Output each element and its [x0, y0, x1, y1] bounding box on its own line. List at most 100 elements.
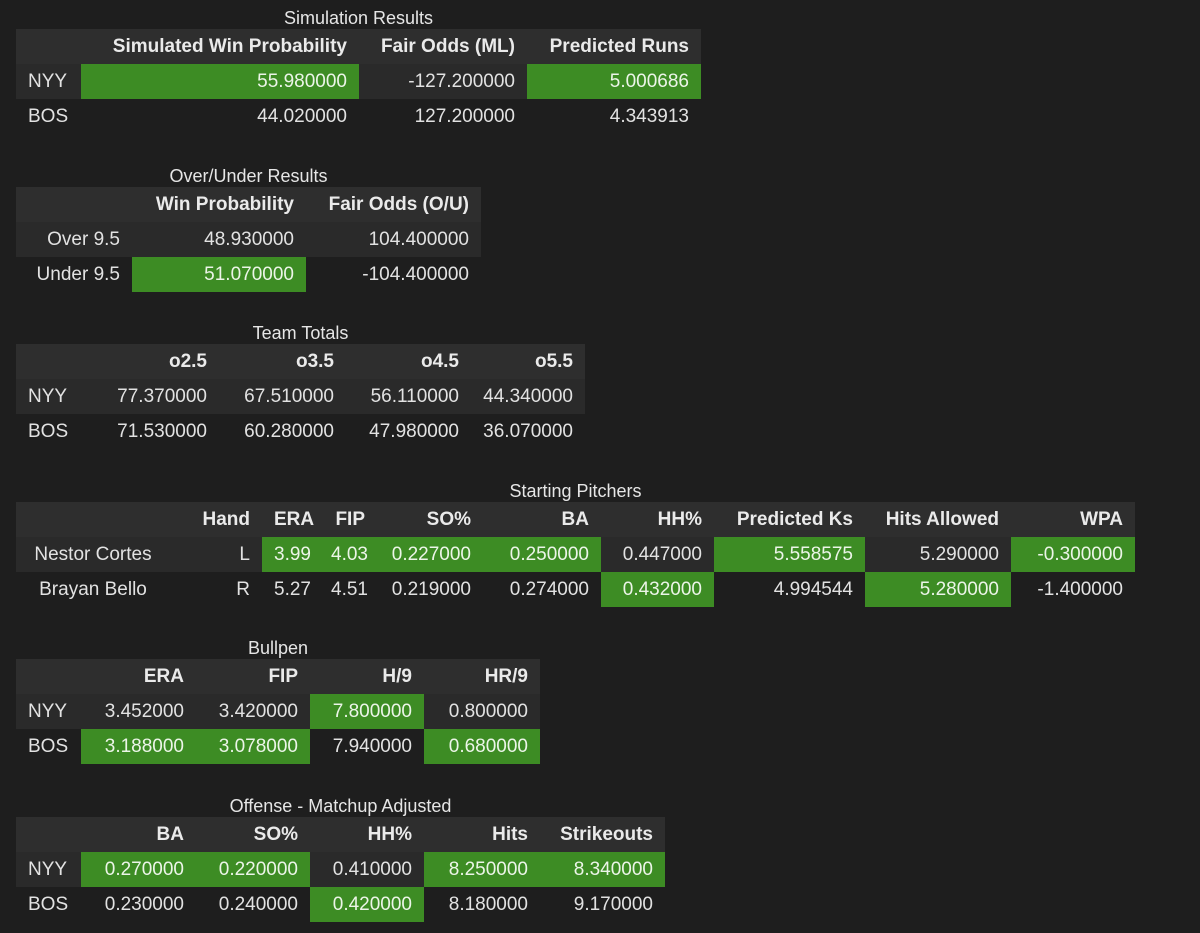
- highlighted-cell: 55.980000: [81, 64, 359, 99]
- table-cell: 4.994544: [714, 572, 865, 607]
- column-header: FIP: [196, 659, 310, 694]
- table-cell: 9.170000: [540, 887, 665, 922]
- table-cell: 0.240000: [196, 887, 310, 922]
- row-label: NYY: [16, 852, 81, 887]
- highlighted-cell: 0.420000: [310, 887, 424, 922]
- simulation-results-table: Simulated Win Probability Fair Odds (ML) P…: [16, 29, 701, 134]
- highlighted-cell: 0.680000: [424, 729, 540, 764]
- table-cell: 127.200000: [359, 99, 527, 134]
- highlighted-cell: -0.300000: [1011, 537, 1135, 572]
- table-cell: 4.343913: [527, 99, 701, 134]
- table-cell: 3.420000: [196, 694, 310, 729]
- starting-pitchers-table: Hand ERA FIP SO% BA HH% Predicted Ks Hits Allow…: [16, 502, 1135, 607]
- column-header: BA: [81, 817, 196, 852]
- column-header: ERA: [262, 502, 319, 537]
- bullpen-caption: Bullpen: [247, 638, 309, 658]
- table-cell: 0.447000: [601, 537, 714, 572]
- row-label: Nestor Cortes: [16, 537, 170, 572]
- table-cell: 67.510000: [219, 379, 346, 414]
- corner-header: [16, 502, 170, 537]
- table-cell: L: [170, 537, 262, 572]
- team-totals-table: o2.5 o3.5 o4.5 o5.5 NYY 77.370000 67.510000 56.…: [16, 344, 585, 449]
- column-header: o5.5: [471, 344, 585, 379]
- simulation-results-caption: Simulation Results: [283, 8, 434, 28]
- column-header: FIP: [319, 502, 377, 537]
- table-cell: 0.230000: [81, 887, 196, 922]
- highlighted-cell: 3.188000: [81, 729, 196, 764]
- bullpen-block: Bullpen ERA FIP H/9 HR/9 NYY 3.452000 3.420000…: [16, 637, 540, 764]
- row-label: NYY: [16, 694, 81, 729]
- corner-header: [16, 817, 81, 852]
- column-header: Predicted Runs: [527, 29, 701, 64]
- column-header: o4.5: [346, 344, 471, 379]
- column-header: BA: [483, 502, 601, 537]
- table-row: BOS 44.020000 127.200000 4.343913: [16, 99, 701, 134]
- table-row: NYY 3.452000 3.420000 7.800000 0.800000: [16, 694, 540, 729]
- header-row: Simulated Win Probability Fair Odds (ML) P…: [16, 29, 701, 64]
- over-under-table: Win Probability Fair Odds (O/U) Over 9.5 48…: [16, 187, 481, 292]
- table-cell: 104.400000: [306, 222, 481, 257]
- table-cell: 48.930000: [132, 222, 306, 257]
- table-cell: 44.340000: [471, 379, 585, 414]
- highlighted-cell: 4.03: [319, 537, 377, 572]
- row-label: NYY: [16, 64, 81, 99]
- bullpen-table: ERA FIP H/9 HR/9 NYY 3.452000 3.420000 7.800000…: [16, 659, 540, 764]
- highlighted-cell: 5.000686: [527, 64, 701, 99]
- table-cell: -127.200000: [359, 64, 527, 99]
- table-cell: 7.940000: [310, 729, 424, 764]
- column-header: ERA: [81, 659, 196, 694]
- column-header: HH%: [310, 817, 424, 852]
- highlighted-cell: 5.280000: [865, 572, 1011, 607]
- table-cell: 36.070000: [471, 414, 585, 449]
- table-row: Nestor Cortes L 3.99 4.03 0.227000 0.250000 0.…: [16, 537, 1135, 572]
- table-row: Over 9.5 48.930000 104.400000: [16, 222, 481, 257]
- header-row: Win Probability Fair Odds (O/U): [16, 187, 481, 222]
- highlighted-cell: 8.250000: [424, 852, 540, 887]
- row-label: Over 9.5: [16, 222, 132, 257]
- row-label: Under 9.5: [16, 257, 132, 292]
- table-cell: 0.410000: [310, 852, 424, 887]
- column-header: Simulated Win Probability: [81, 29, 359, 64]
- table-cell: R: [170, 572, 262, 607]
- row-label: BOS: [16, 99, 81, 134]
- table-row: NYY 77.370000 67.510000 56.110000 44.340000: [16, 379, 585, 414]
- table-row: BOS 0.230000 0.240000 0.420000 8.180000 9.170…: [16, 887, 665, 922]
- team-totals-block: Team Totals o2.5 o3.5 o4.5 o5.5 NYY 77.370000…: [16, 322, 585, 449]
- row-label: Brayan Bello: [16, 572, 170, 607]
- table-cell: 0.800000: [424, 694, 540, 729]
- table-row: Brayan Bello R 5.27 4.51 0.219000 0.274000 0.4…: [16, 572, 1135, 607]
- starting-pitchers-block: Starting Pitchers Hand ERA FIP SO% BA HH% Pred…: [16, 480, 1135, 607]
- table-row: BOS 71.530000 60.280000 47.980000 36.070000: [16, 414, 585, 449]
- highlighted-cell: 3.078000: [196, 729, 310, 764]
- header-row: ERA FIP H/9 HR/9: [16, 659, 540, 694]
- highlighted-cell: 0.250000: [483, 537, 601, 572]
- table-cell: 4.51: [319, 572, 377, 607]
- table-row: BOS 3.188000 3.078000 7.940000 0.680000: [16, 729, 540, 764]
- table-row: Under 9.5 51.070000 -104.400000: [16, 257, 481, 292]
- column-header: WPA: [1011, 502, 1135, 537]
- row-label: BOS: [16, 414, 81, 449]
- table-cell: 3.452000: [81, 694, 196, 729]
- column-header: Fair Odds (ML): [359, 29, 527, 64]
- corner-header: [16, 659, 81, 694]
- column-header: HH%: [601, 502, 714, 537]
- corner-header: [16, 29, 81, 64]
- row-label: BOS: [16, 887, 81, 922]
- row-label: BOS: [16, 729, 81, 764]
- table-cell: 47.980000: [346, 414, 471, 449]
- column-header: Fair Odds (O/U): [306, 187, 481, 222]
- highlighted-cell: 0.270000: [81, 852, 196, 887]
- table-cell: 5.290000: [865, 537, 1011, 572]
- table-cell: 56.110000: [346, 379, 471, 414]
- highlighted-cell: 8.340000: [540, 852, 665, 887]
- column-header: SO%: [377, 502, 483, 537]
- highlighted-cell: 0.227000: [377, 537, 483, 572]
- corner-header: [16, 344, 81, 379]
- table-row: NYY 0.270000 0.220000 0.410000 8.250000 8.340…: [16, 852, 665, 887]
- column-header: HR/9: [424, 659, 540, 694]
- column-header: SO%: [196, 817, 310, 852]
- column-header: Hits: [424, 817, 540, 852]
- over-under-caption: Over/Under Results: [169, 166, 328, 186]
- over-under-block: Over/Under Results Win Probability Fair O…: [16, 165, 481, 292]
- column-header: Predicted Ks: [714, 502, 865, 537]
